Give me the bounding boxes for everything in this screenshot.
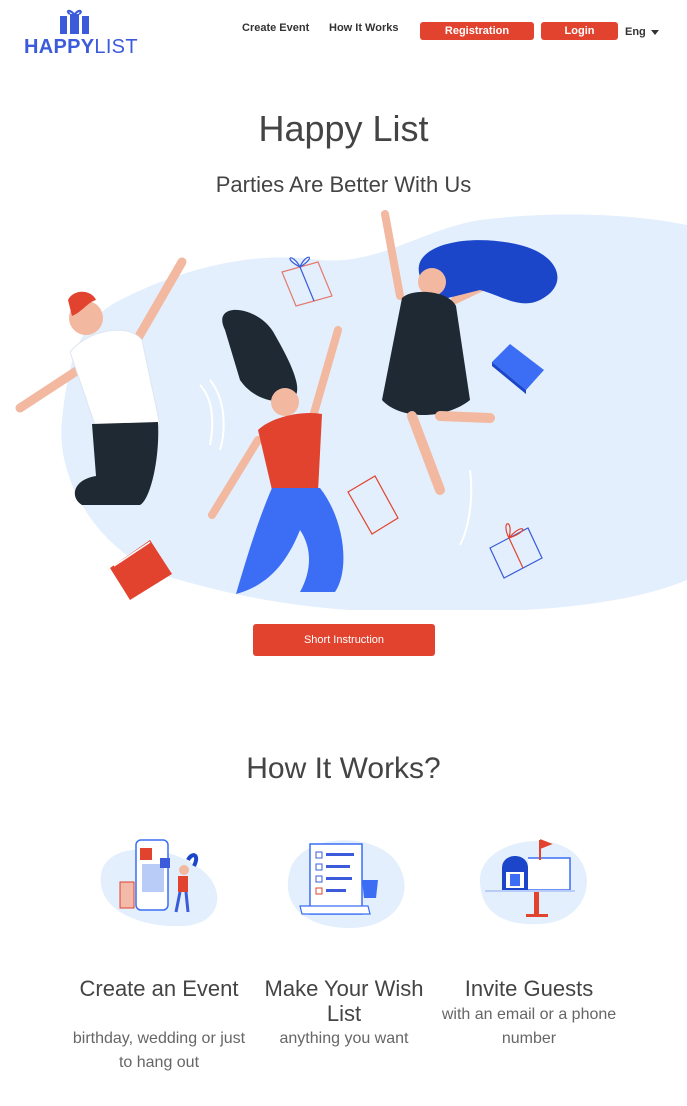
nav-create-event[interactable]: Create Event: [242, 22, 309, 34]
step-title-invite-guests: Invite Guests: [464, 976, 594, 1001]
page-title: Happy List: [258, 108, 429, 149]
how-it-works-title: How It Works?: [246, 752, 441, 785]
short-instruction-button[interactable]: Short Instruction: [253, 624, 435, 656]
wishlist-icon: [287, 840, 405, 928]
language-label: Eng: [625, 26, 646, 38]
mailbox-icon: [480, 839, 587, 925]
step-title-create-event: Create an Event: [79, 976, 239, 1001]
language-select[interactable]: Eng: [625, 26, 659, 38]
logo[interactable]: HAPPYLIST: [24, 8, 138, 58]
page-subtitle: Parties Are Better With Us: [215, 172, 472, 197]
logo-text-light: LIST: [94, 36, 138, 58]
step-desc-invite-guests: with an email or a phone number: [441, 1006, 617, 1047]
logo-text-bold: HAPPY: [24, 36, 95, 58]
registration-button[interactable]: Registration: [420, 22, 534, 40]
step-desc-wish-list: anything you want: [279, 1030, 409, 1047]
phone-event-icon: [100, 839, 218, 927]
chevron-down-icon: [650, 29, 659, 35]
step-title-wish-list: Make Your Wish List: [264, 976, 424, 1026]
hero-illustration: [15, 210, 687, 610]
site-header: HAPPYLIST Create Event How It Works Regi…: [0, 0, 687, 70]
step-desc-create-event: birthday, wedding or just to hang out: [72, 1030, 246, 1071]
nav-how-it-works[interactable]: How It Works: [329, 22, 398, 34]
gift-logo-icon: [60, 9, 89, 34]
login-button[interactable]: Login: [541, 22, 618, 40]
